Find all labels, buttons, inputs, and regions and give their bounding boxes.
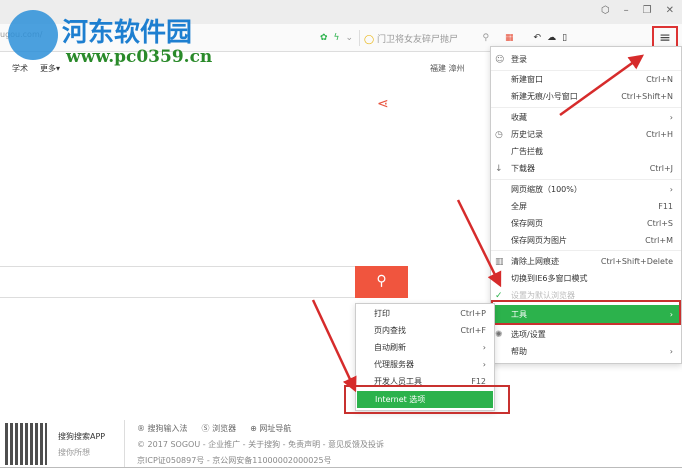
icp: 京ICP证050897号 - 京公网安备11000002000025号 xyxy=(137,456,332,465)
footer-link-browser[interactable]: Ⓢ 浏览器 xyxy=(202,423,237,434)
footer-link-input[interactable]: ® 搜狗输入法 xyxy=(137,423,188,434)
arrow-to-internet-options xyxy=(311,299,357,393)
arrow-to-tools xyxy=(456,199,502,288)
qr-code xyxy=(5,423,47,465)
copyright: © 2017 SOGOU - 企业推广 - 关于搜狗 - 免责声明 - 意见反馈… xyxy=(137,440,385,449)
app-subtitle: 搜你所想 xyxy=(58,448,90,457)
arrow-to-menu xyxy=(559,54,645,117)
app-title[interactable]: 搜狗搜索APP xyxy=(58,431,105,442)
annotation-arrows xyxy=(311,54,645,393)
footer-link-nav[interactable]: ⊕ 网址导航 xyxy=(250,423,291,434)
footer: 搜狗搜索APP 搜你所想 ® 搜狗输入法 Ⓢ 浏览器 ⊕ 网址导航 © 2017… xyxy=(0,415,682,472)
